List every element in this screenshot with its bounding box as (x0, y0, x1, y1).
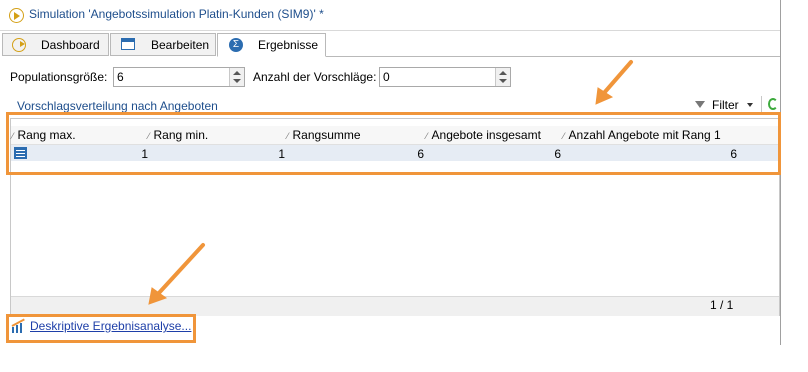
annotation-arrows (148, 60, 633, 305)
arrow-icon (595, 60, 633, 105)
arrow-icon (148, 243, 205, 305)
